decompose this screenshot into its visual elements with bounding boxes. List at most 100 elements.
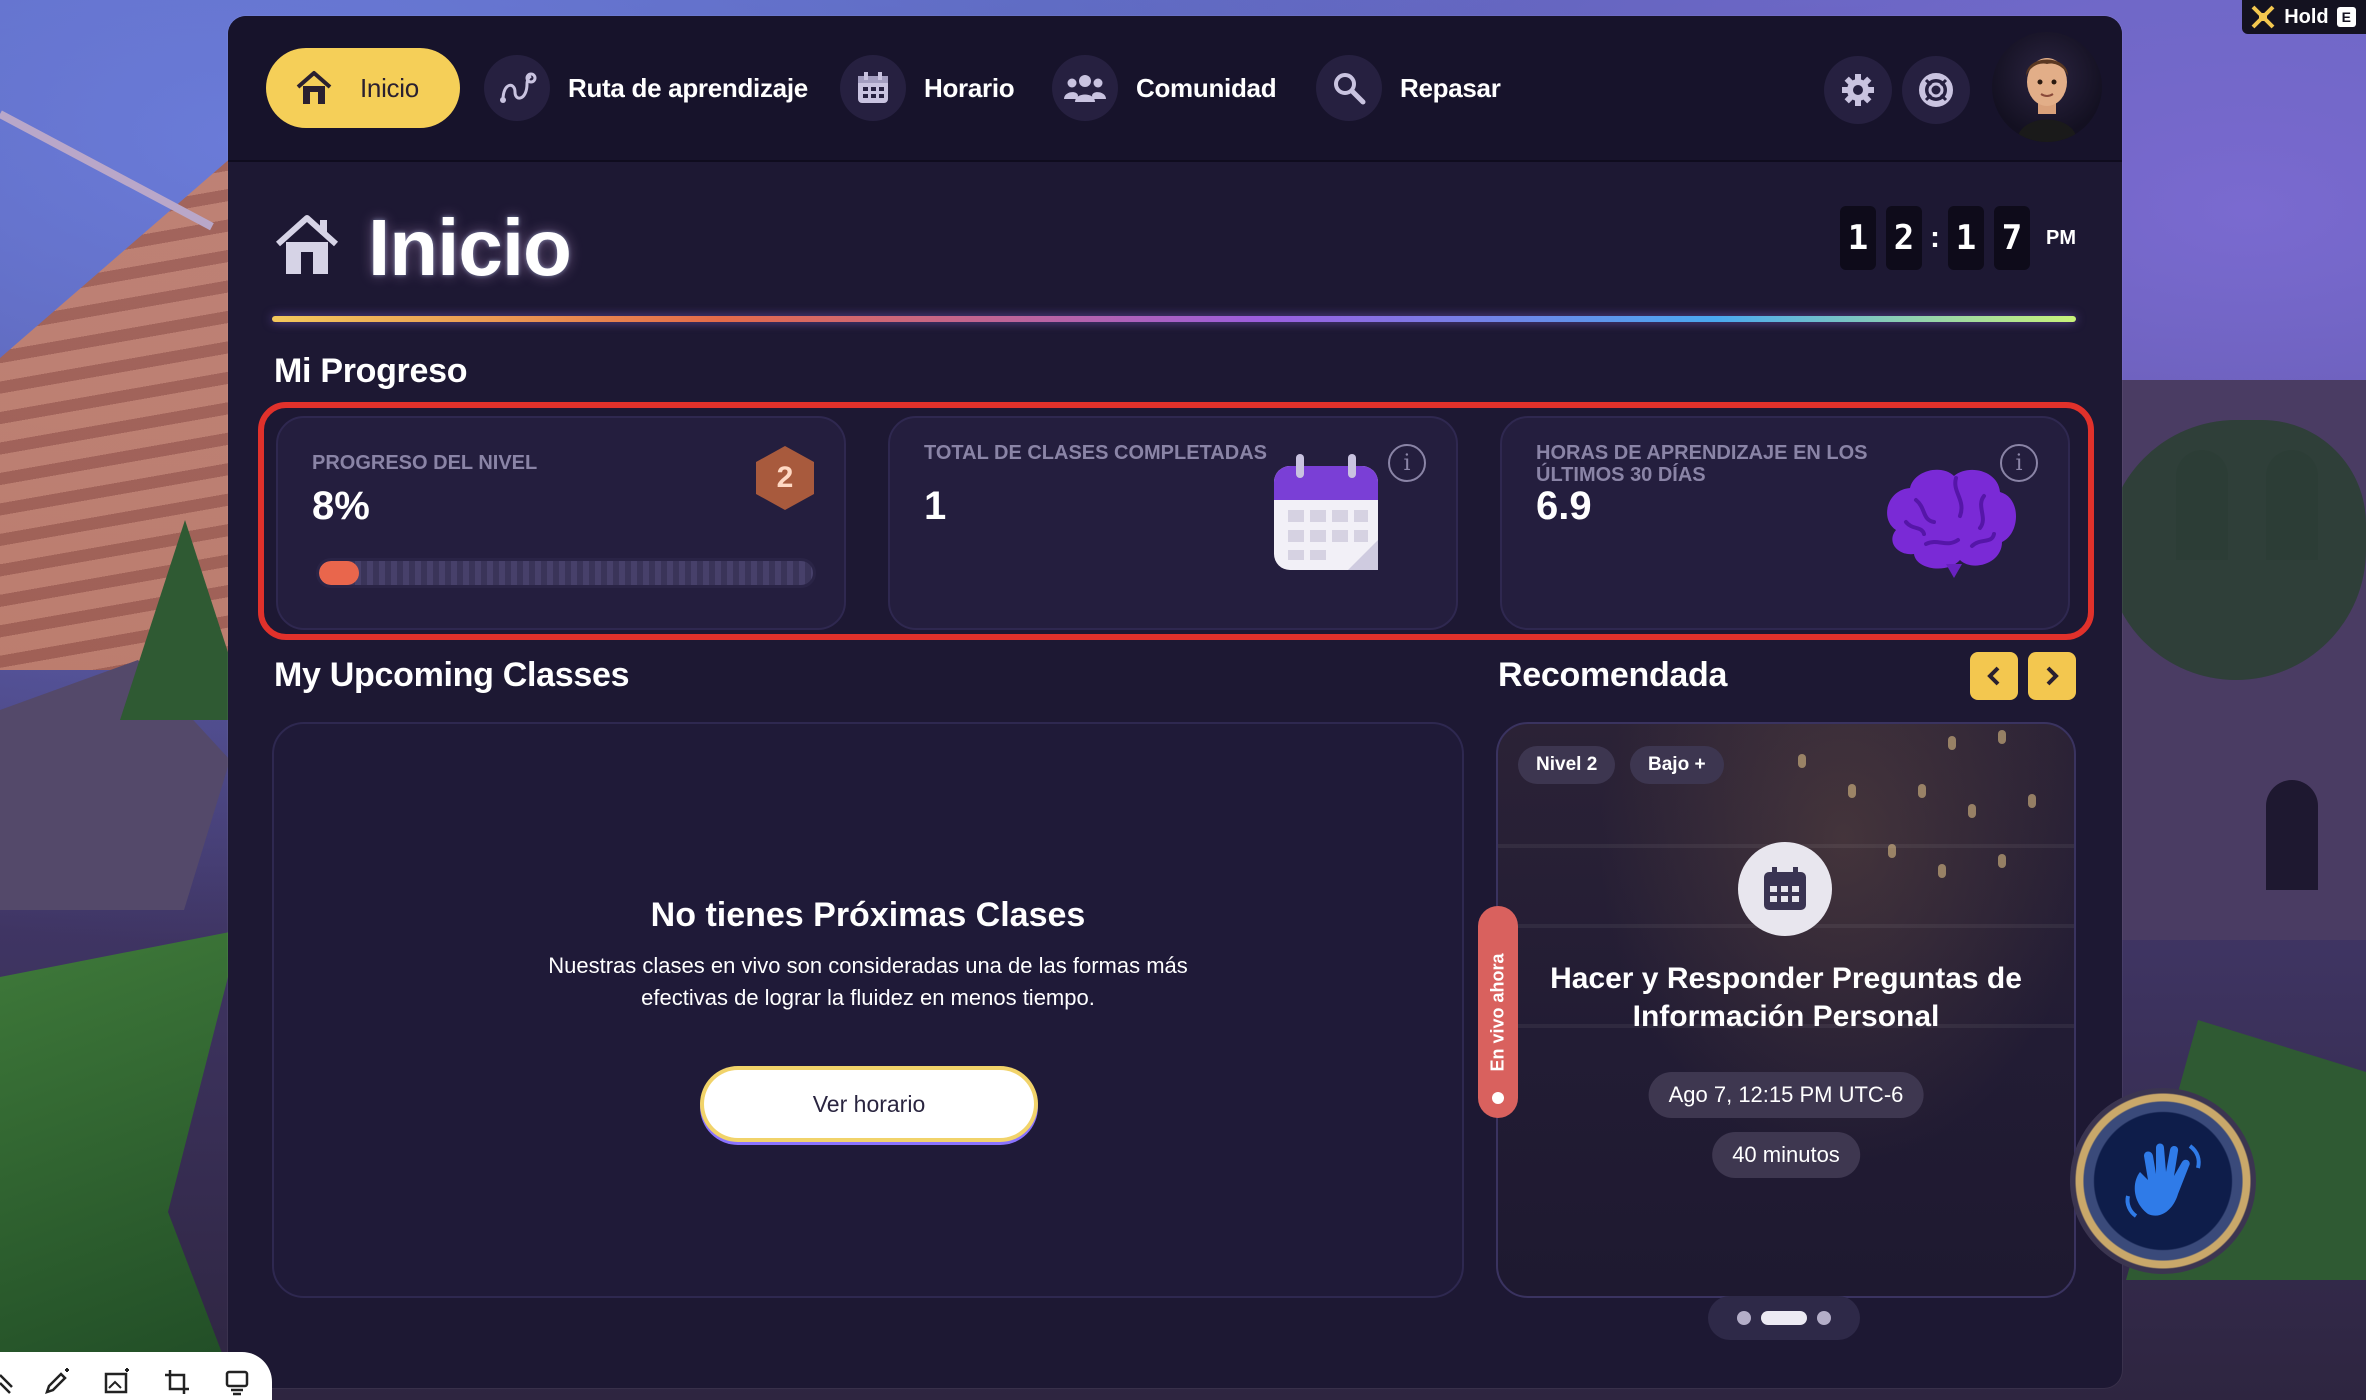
nav-comunidad-label: Comunidad (1136, 72, 1277, 103)
lamp (1888, 844, 1896, 858)
save-tool[interactable] (220, 1365, 254, 1399)
pattern-tool[interactable] (0, 1365, 14, 1399)
class-calendar-icon (1738, 842, 1832, 936)
completed-classes-card: TOTAL DE CLASES COMPLETADAS 1 i (888, 416, 1458, 630)
nav-inicio-label: Inicio (360, 72, 419, 103)
carousel-arrows (1970, 652, 2076, 700)
carousel-pager (1708, 1296, 1860, 1340)
route-icon (484, 55, 550, 121)
calendar-icon (1764, 867, 1806, 910)
clock: 1 2 : 1 7 PM (1840, 206, 2076, 270)
tree (2106, 420, 2366, 680)
recommended-heading: Recomendada (1498, 656, 1728, 694)
pager-dot[interactable] (1737, 1311, 1751, 1325)
live-now-tab[interactable]: En vivo ahora (1478, 906, 1518, 1118)
live-dot (1492, 1092, 1504, 1104)
brain-icon (1887, 469, 2016, 578)
clock-digit: 7 (1994, 206, 2030, 270)
pager-dot[interactable] (1817, 1311, 1831, 1325)
avatar[interactable] (1992, 32, 2102, 142)
chevron-left-icon (1987, 666, 2000, 686)
clock-digit: 1 (1840, 206, 1876, 270)
gear-icon (1842, 74, 1874, 106)
clock-ampm: PM (2046, 226, 2076, 249)
hold-icon (2251, 5, 2275, 29)
progress-heading: Mi Progreso (274, 352, 468, 390)
lamp (1938, 864, 1946, 878)
recommended-class-card[interactable]: Nivel 2 Bajo + Hacer y Responder Pregunt… (1496, 722, 2076, 1298)
settings-button[interactable] (1824, 56, 1892, 124)
image-edit-tool[interactable] (100, 1365, 134, 1399)
top-nav: Inicio Ruta de aprendizaje Horario Comun… (228, 16, 2122, 162)
hold-label: Hold (2284, 5, 2329, 28)
carousel-next-button[interactable] (2028, 652, 2076, 700)
pen-tool[interactable] (40, 1365, 74, 1399)
calendar-icon (1274, 454, 1378, 570)
info-icon[interactable]: i (1388, 444, 1426, 482)
help-button[interactable] (1902, 56, 1970, 124)
level-progress-value: 8% (312, 484, 370, 528)
wave-hand-icon (2125, 1143, 2201, 1218)
lamp (1998, 730, 2006, 744)
wave-emote-button[interactable] (2070, 1088, 2256, 1274)
home-icon (296, 71, 332, 104)
search-icon (1316, 55, 1382, 121)
level-tag: Nivel 2 (1518, 746, 1616, 784)
page-title: Inicio (368, 203, 572, 292)
clock-separator: : (1930, 221, 1940, 254)
title-home-icon (275, 215, 339, 274)
lamp (1968, 804, 1976, 818)
view-schedule-button[interactable]: Ver horario (704, 1070, 1034, 1138)
difficulty-tag: Bajo + (1630, 746, 1724, 784)
level-progress-bar (316, 558, 816, 588)
clock-digit: 1 (1948, 206, 1984, 270)
hold-badge: Hold E (2242, 0, 2366, 34)
nav-inicio[interactable]: Inicio (266, 48, 460, 128)
empty-state-description: Nuestras clases en vivo son consideradas… (548, 953, 1188, 1010)
level-progress-label: PROGRESO DEL NIVEL (312, 452, 538, 474)
class-duration: 40 minutos (1712, 1132, 1860, 1178)
arch (2266, 780, 2318, 890)
home-panel: Inicio Ruta de aprendizaje Horario Comun… (228, 16, 2122, 1388)
lamp (1848, 784, 1856, 798)
nav-repasar[interactable]: Repasar (1316, 48, 1501, 128)
level-progress-card: PROGRESO DEL NIVEL 8% 2 (276, 416, 846, 630)
recommended-class-title: Hacer y Responder Preguntas de Informaci… (1550, 962, 2022, 1033)
level-badge: 2 (756, 446, 814, 510)
nav-comunidad[interactable]: Comunidad (1052, 48, 1277, 128)
lamp (2028, 794, 2036, 808)
nav-ruta[interactable]: Ruta de aprendizaje (484, 48, 808, 128)
pager-dot-active[interactable] (1761, 1311, 1807, 1325)
lamp (1998, 854, 2006, 868)
save-icon (225, 1370, 249, 1396)
lamp (1918, 784, 1926, 798)
completed-classes-label: TOTAL DE CLASES COMPLETADAS (924, 442, 1267, 464)
nav-ruta-label: Ruta de aprendizaje (568, 72, 808, 103)
hold-key: E (2336, 7, 2356, 27)
upcoming-classes-card: No tienes Próximas Clases Nuestras clase… (272, 722, 1464, 1298)
edit-toolbar (0, 1352, 272, 1400)
pattern-icon (0, 1374, 13, 1394)
learning-hours-card: HORAS DE APRENDIZAJE EN LOS ÚLTIMOS 30 D… (1500, 416, 2070, 630)
lamp (1948, 736, 1956, 750)
crop-icon (165, 1370, 189, 1394)
image-edit-icon (104, 1368, 129, 1394)
crop-tool[interactable] (160, 1365, 194, 1399)
live-now-label: En vivo ahora (1487, 952, 1508, 1072)
community-icon (1052, 55, 1118, 121)
empty-state-title: No tienes Próximas Clases (650, 896, 1086, 934)
lifebuoy-icon (1919, 73, 1953, 107)
class-datetime: Ago 7, 12:15 PM UTC-6 (1648, 1072, 1924, 1118)
chevron-right-icon (2046, 666, 2059, 686)
level-progress-fill (319, 561, 359, 585)
clock-digit: 2 (1886, 206, 1922, 270)
carousel-prev-button[interactable] (1970, 652, 2018, 700)
nav-repasar-label: Repasar (1400, 72, 1501, 103)
lamp (1798, 754, 1806, 768)
learning-hours-value: 6.9 (1536, 484, 1592, 528)
nav-horario-label: Horario (924, 72, 1015, 103)
completed-classes-value: 1 (924, 484, 947, 528)
upcoming-heading: My Upcoming Classes (274, 656, 630, 694)
nav-horario[interactable]: Horario (840, 48, 1015, 128)
pen-icon (45, 1368, 69, 1394)
